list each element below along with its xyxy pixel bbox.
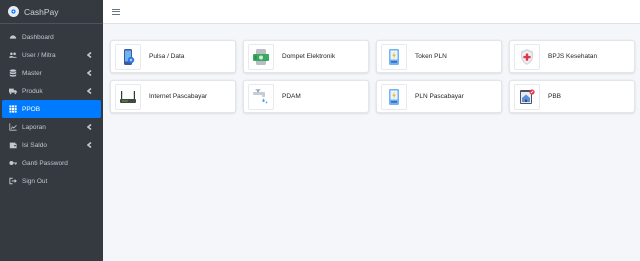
- sidebar-item-label: Dashboard: [22, 33, 54, 41]
- sidebar: CashPay Dashboard User / Mitra Master Pr…: [0, 0, 103, 261]
- service-card-pbb[interactable]: PBB: [509, 80, 635, 113]
- sidebar-item-label: Master: [22, 69, 42, 77]
- sidebar-item-laporan[interactable]: Laporan: [2, 118, 101, 136]
- phone-icon: [115, 43, 141, 70]
- key-icon: [8, 158, 18, 168]
- service-card-dompet-elektronik[interactable]: Dompet Elektronik: [243, 40, 369, 73]
- sidebar-item-produk[interactable]: Produk: [2, 82, 101, 100]
- dashboard-icon: [8, 32, 18, 42]
- service-label: BPJS Kesehatan: [548, 53, 598, 60]
- sidebar-item-label: Ganti Password: [22, 159, 68, 167]
- service-label: Dompet Elektronik: [282, 53, 336, 60]
- chevron-left-icon: [86, 69, 93, 76]
- health-shield-icon: [514, 43, 540, 70]
- sidebar-item-label: Produk: [22, 87, 43, 95]
- app-name: CashPay: [24, 6, 59, 17]
- service-label: Token PLN: [415, 53, 447, 60]
- service-card-pdam[interactable]: PDAM: [243, 80, 369, 113]
- brand[interactable]: CashPay: [0, 0, 103, 24]
- sidebar-item-label: Laporan: [22, 123, 46, 131]
- top-navbar: [103, 0, 640, 24]
- brand-logo-icon: [8, 6, 19, 17]
- chevron-left-icon: [86, 141, 93, 148]
- service-label: PLN Pascabayar: [415, 93, 464, 100]
- sidebar-item-sign-out[interactable]: Sign Out: [2, 172, 101, 190]
- router-icon: [115, 83, 141, 110]
- sidebar-item-label: User / Mitra: [22, 51, 56, 59]
- sidebar-item-label: Sign Out: [22, 177, 48, 185]
- service-card-internet-pascabayar[interactable]: Internet Pascabayar: [110, 80, 236, 113]
- service-label: Internet Pascabayar: [149, 93, 208, 100]
- sidebar-item-ppob[interactable]: PPOB: [2, 100, 101, 118]
- sign-out-icon: [8, 176, 18, 186]
- service-card-pulsa-data[interactable]: Pulsa / Data: [110, 40, 236, 73]
- water-tap-icon: [248, 83, 274, 110]
- truck-icon: [8, 86, 18, 96]
- service-card-pln-pascabayar[interactable]: PLN Pascabayar: [376, 80, 502, 113]
- service-card-token-pln[interactable]: Token PLN: [376, 40, 502, 73]
- users-icon: [8, 50, 18, 60]
- sidebar-item-label: PPOB: [22, 105, 41, 113]
- chart-icon: [8, 122, 18, 132]
- sidebar-item-master[interactable]: Master: [2, 64, 101, 82]
- grid-icon: [8, 104, 18, 114]
- chevron-left-icon: [86, 51, 93, 58]
- service-card-bpjs-kesehatan[interactable]: BPJS Kesehatan: [509, 40, 635, 73]
- electric-bill-icon: [381, 83, 407, 110]
- sidebar-item-label: Isi Saldo: [22, 141, 47, 149]
- sidebar-item-isi-saldo[interactable]: Isi Saldo: [2, 136, 101, 154]
- database-icon: [8, 68, 18, 78]
- service-label: PDAM: [282, 93, 301, 100]
- service-label: PBB: [548, 93, 562, 100]
- sidebar-item-user-mitra[interactable]: User / Mitra: [2, 46, 101, 64]
- e-wallet-icon: [248, 43, 274, 70]
- ppob-service-grid: Pulsa / Data Dompet Elektronik Token PLN…: [110, 40, 635, 113]
- chevron-left-icon: [86, 87, 93, 94]
- wallet-icon: [8, 140, 18, 150]
- hamburger-icon[interactable]: [112, 8, 120, 16]
- sidebar-nav: Dashboard User / Mitra Master Produk PPO…: [0, 24, 103, 190]
- chevron-left-icon: [86, 123, 93, 130]
- electric-token-icon: [381, 43, 407, 70]
- service-label: Pulsa / Data: [149, 53, 185, 60]
- sidebar-item-dashboard[interactable]: Dashboard: [2, 28, 101, 46]
- sidebar-item-ganti-password[interactable]: Ganti Password: [2, 154, 101, 172]
- property-tax-icon: [514, 83, 540, 110]
